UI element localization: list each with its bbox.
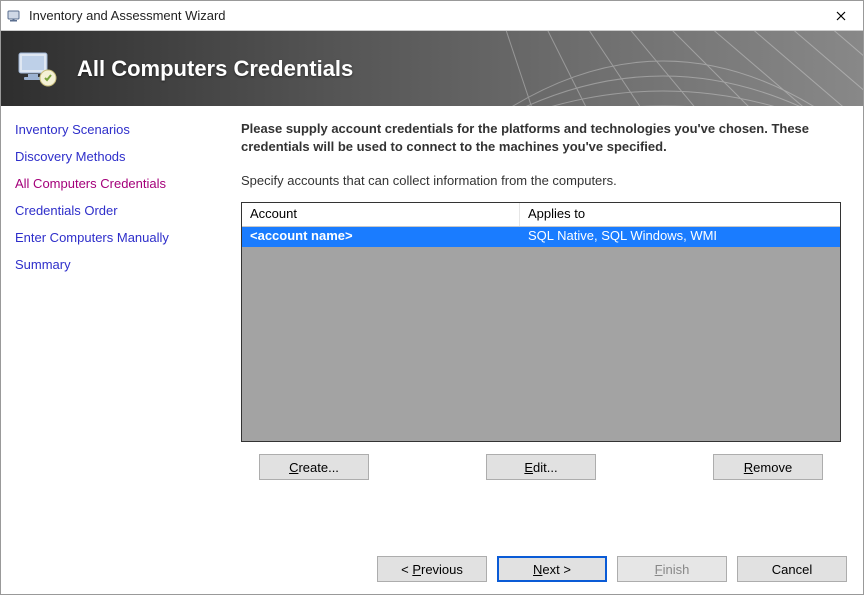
close-button[interactable]: [819, 1, 863, 30]
finish-button[interactable]: Finish: [617, 556, 727, 582]
sidebar-item-discovery-methods[interactable]: Discovery Methods: [11, 143, 218, 170]
footer: < Previous Next > Finish Cancel: [1, 544, 863, 594]
instruction-text: Please supply account credentials for th…: [241, 120, 841, 155]
grid-header: Account Applies to: [242, 203, 840, 227]
grid-action-row: Create... Edit... Remove: [241, 454, 841, 480]
app-icon: [7, 8, 23, 24]
banner-icon: [13, 45, 61, 93]
sidebar: Inventory Scenarios Discovery Methods Al…: [1, 106, 219, 544]
cancel-button[interactable]: Cancel: [737, 556, 847, 582]
window-title: Inventory and Assessment Wizard: [29, 8, 819, 23]
next-button[interactable]: Next >: [497, 556, 607, 582]
subtext: Specify accounts that can collect inform…: [241, 173, 841, 188]
sidebar-item-enter-computers-manually[interactable]: Enter Computers Manually: [11, 224, 218, 251]
sidebar-item-summary[interactable]: Summary: [11, 251, 218, 278]
credentials-grid: Account Applies to <account name> SQL Na…: [241, 202, 841, 442]
sidebar-item-inventory-scenarios[interactable]: Inventory Scenarios: [11, 116, 218, 143]
grid-rows: <account name> SQL Native, SQL Windows, …: [242, 227, 840, 441]
banner: All Computers Credentials: [1, 31, 863, 106]
titlebar: Inventory and Assessment Wizard: [1, 1, 863, 31]
wizard-window: Inventory and Assessment Wizard: [0, 0, 864, 595]
cell-account: <account name>: [242, 227, 520, 247]
banner-pattern: [463, 31, 863, 106]
previous-button[interactable]: < Previous: [377, 556, 487, 582]
grid-col-account[interactable]: Account: [242, 203, 520, 226]
create-button[interactable]: Create...: [259, 454, 369, 480]
sidebar-item-all-computers-credentials[interactable]: All Computers Credentials: [11, 170, 218, 197]
body: Inventory Scenarios Discovery Methods Al…: [1, 106, 863, 544]
cell-applies: SQL Native, SQL Windows, WMI: [520, 227, 840, 247]
banner-heading: All Computers Credentials: [77, 56, 353, 82]
main-panel: Please supply account credentials for th…: [219, 106, 863, 544]
table-row[interactable]: <account name> SQL Native, SQL Windows, …: [242, 227, 840, 247]
remove-button[interactable]: Remove: [713, 454, 823, 480]
close-icon: [836, 11, 846, 21]
sidebar-item-credentials-order[interactable]: Credentials Order: [11, 197, 218, 224]
edit-button[interactable]: Edit...: [486, 454, 596, 480]
grid-col-applies[interactable]: Applies to: [520, 203, 840, 226]
